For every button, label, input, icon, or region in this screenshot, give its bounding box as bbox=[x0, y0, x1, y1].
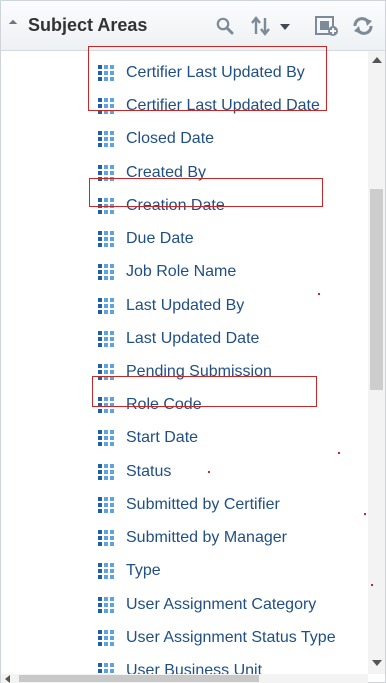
tree-item[interactable]: Role Code bbox=[97, 393, 202, 417]
tree-item[interactable]: Closed Date bbox=[97, 127, 214, 151]
subject-area-tree: Certifier Last Updated By Certifier Last … bbox=[1, 51, 368, 674]
tree-item-label: Status bbox=[126, 463, 172, 480]
horizontal-scrollbar[interactable] bbox=[1, 674, 368, 683]
tree-item[interactable]: Creation Date bbox=[97, 194, 225, 218]
column-grid-icon bbox=[97, 529, 126, 547]
column-grid-icon bbox=[97, 263, 126, 281]
vertical-scroll-thumb[interactable] bbox=[370, 189, 383, 390]
tree-item-label: Last Updated Date bbox=[126, 330, 260, 347]
tree-item-label: Certifier Last Updated Date bbox=[126, 97, 320, 114]
search-icon[interactable] bbox=[215, 15, 235, 37]
tree-item[interactable]: Submitted by Manager bbox=[97, 526, 287, 550]
refresh-icon[interactable] bbox=[351, 15, 375, 37]
tree-item[interactable]: User Assignment Category bbox=[97, 593, 316, 617]
column-grid-icon bbox=[97, 463, 126, 481]
column-grid-icon bbox=[97, 363, 126, 381]
column-grid-icon bbox=[97, 396, 126, 414]
column-grid-icon bbox=[97, 496, 126, 514]
tree-item-label: Start Date bbox=[126, 429, 199, 446]
tree-item-label: Role Code bbox=[126, 396, 202, 413]
column-grid-icon bbox=[97, 97, 126, 115]
column-grid-icon bbox=[97, 629, 126, 647]
add-to-view-icon[interactable] bbox=[315, 15, 339, 37]
panel-header: Subject Areas bbox=[1, 1, 385, 51]
tree-item[interactable]: Due Date bbox=[97, 227, 194, 251]
tree-item[interactable]: Last Updated By bbox=[97, 294, 244, 318]
tree-item-label: Last Updated By bbox=[126, 297, 245, 314]
column-grid-icon bbox=[97, 562, 126, 580]
sort-icon[interactable] bbox=[250, 15, 294, 37]
column-grid-icon bbox=[97, 164, 126, 182]
annotation-mark bbox=[364, 513, 366, 515]
column-grid-icon bbox=[97, 130, 126, 148]
column-grid-icon bbox=[97, 429, 126, 447]
column-grid-icon bbox=[97, 330, 126, 348]
tree-item[interactable]: Type bbox=[97, 559, 161, 583]
tree-item-label: Creation Date bbox=[126, 197, 225, 214]
tree-item-label: User Assignment Category bbox=[126, 596, 317, 613]
tree-item-label: Due Date bbox=[126, 230, 194, 247]
collapse-triangle-icon[interactable] bbox=[8, 19, 18, 29]
tree-item[interactable]: Start Date bbox=[97, 426, 198, 450]
scroll-down-arrow-icon[interactable] bbox=[372, 660, 382, 666]
tree-item-label: Submitted by Manager bbox=[126, 529, 287, 546]
tree-item[interactable]: Created By bbox=[97, 161, 206, 185]
tree-item-label: User Assignment Status Type bbox=[126, 629, 336, 646]
tree-item-label: Certifier Last Updated By bbox=[126, 64, 305, 81]
tree-item-label: Closed Date bbox=[126, 130, 215, 147]
subject-areas-panel: Subject Areas Certifier Last Updated By … bbox=[0, 0, 386, 683]
tree-item[interactable]: Certifier Last Updated By bbox=[97, 61, 305, 85]
tree-item-label: Job Role Name bbox=[126, 263, 237, 280]
column-grid-icon bbox=[97, 230, 126, 248]
annotation-mark bbox=[338, 452, 340, 454]
scroll-left-arrow-icon[interactable] bbox=[5, 675, 10, 683]
tree-item[interactable]: User Assignment Status Type bbox=[97, 626, 336, 650]
tree-item[interactable]: User Business Unit bbox=[97, 659, 262, 674]
column-grid-icon bbox=[97, 197, 126, 215]
column-grid-icon bbox=[97, 596, 126, 614]
tree-item-label: Pending Submission bbox=[126, 363, 272, 380]
annotation-mark bbox=[318, 293, 320, 295]
tree-item-label: Type bbox=[126, 562, 161, 579]
annotation-mark bbox=[371, 584, 373, 586]
tree-item-label: Created By bbox=[126, 164, 207, 181]
vertical-scrollbar[interactable] bbox=[368, 51, 385, 674]
annotation-mark bbox=[208, 471, 210, 473]
tree-item[interactable]: Pending Submission bbox=[97, 360, 272, 384]
column-grid-icon bbox=[97, 662, 126, 674]
tree-item[interactable]: Last Updated Date bbox=[97, 327, 259, 351]
tree-item-label: Submitted by Certifier bbox=[126, 496, 280, 513]
horizontal-scroll-thumb[interactable] bbox=[19, 675, 259, 682]
tree-item[interactable]: Certifier Last Updated Date bbox=[97, 94, 320, 118]
scroll-up-arrow-icon[interactable] bbox=[372, 57, 382, 63]
column-grid-icon bbox=[97, 297, 126, 315]
tree-item-label: User Business Unit bbox=[126, 662, 263, 674]
tree-item[interactable]: Status bbox=[97, 460, 171, 484]
panel-title: Subject Areas bbox=[28, 15, 148, 35]
tree-item[interactable]: Submitted by Certifier bbox=[97, 493, 280, 517]
column-grid-icon bbox=[97, 64, 126, 82]
tree-item[interactable]: Job Role Name bbox=[97, 260, 236, 284]
